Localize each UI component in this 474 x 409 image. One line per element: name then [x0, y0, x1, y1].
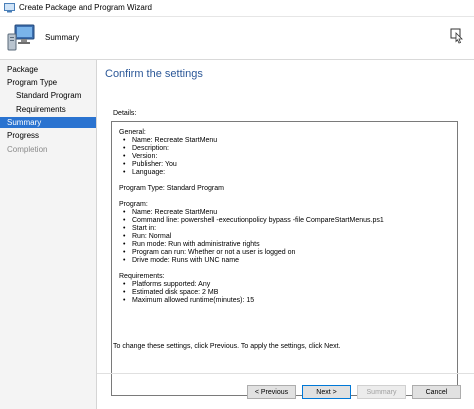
list-item: Name: Recreate StartMenu [123, 209, 217, 217]
program-type-line: Program Type: Standard Program [119, 185, 224, 192]
title-bar: Create Package and Program Wizard [0, 0, 474, 17]
sidebar-item-package[interactable]: Package [0, 64, 96, 75]
program-header: Program: [119, 201, 148, 208]
sidebar-item-program-type[interactable]: Program Type [0, 77, 96, 88]
sidebar-item-requirements[interactable]: Requirements [0, 104, 96, 115]
sidebar-item-standard-program[interactable]: Standard Program [0, 90, 96, 101]
list-item: Language: [123, 169, 165, 177]
window-title: Create Package and Program Wizard [19, 3, 152, 12]
help-pointer-icon[interactable] [450, 28, 464, 44]
list-item: Program can run: Whether or not a user i… [123, 249, 295, 257]
list-item: Platforms supported: Any [123, 281, 210, 289]
footer-divider [97, 373, 474, 374]
wizard-app-icon [4, 3, 15, 13]
general-header: General: [119, 129, 146, 136]
list-item: Drive mode: Runs with UNC name [123, 257, 239, 265]
list-item: Name: Recreate StartMenu [123, 137, 217, 145]
details-label: Details: [113, 110, 137, 117]
details-text-box[interactable]: General: Name: Recreate StartMenu Descri… [111, 121, 458, 396]
summary-button: Summary [357, 385, 406, 399]
sidebar-item-completion: Completion [7, 145, 48, 154]
previous-button[interactable]: < Previous [247, 385, 296, 399]
list-item: Run mode: Run with administrative rights [123, 241, 260, 249]
list-item: Start in: [123, 225, 156, 233]
cancel-button[interactable]: Cancel [412, 385, 461, 399]
list-item: Description: [123, 145, 169, 153]
list-item: Command line: powershell -executionpolic… [123, 217, 384, 225]
sidebar-item-summary[interactable]: Summary [0, 117, 96, 128]
banner-title: Summary [45, 33, 80, 42]
requirements-header: Requirements: [119, 273, 165, 280]
list-item: Estimated disk space: 2 MB [123, 289, 218, 297]
page-title: Confirm the settings [105, 68, 203, 80]
computer-icon [7, 24, 35, 51]
wizard-steps-sidebar: Package Program Type Standard Program Re… [0, 60, 97, 409]
list-item: Maximum allowed runtime(minutes): 15 [123, 297, 254, 305]
list-item: Publisher: You [123, 161, 177, 169]
wizard-banner: Summary [0, 17, 474, 60]
sidebar-item-progress: Progress [7, 131, 40, 140]
next-button[interactable]: Next > [302, 385, 351, 399]
list-item: Version: [123, 153, 157, 161]
list-item: Run: Normal [123, 233, 171, 241]
instruction-text: To change these settings, click Previous… [113, 343, 341, 350]
main-panel: Confirm the settings Details: General: N… [97, 60, 474, 409]
